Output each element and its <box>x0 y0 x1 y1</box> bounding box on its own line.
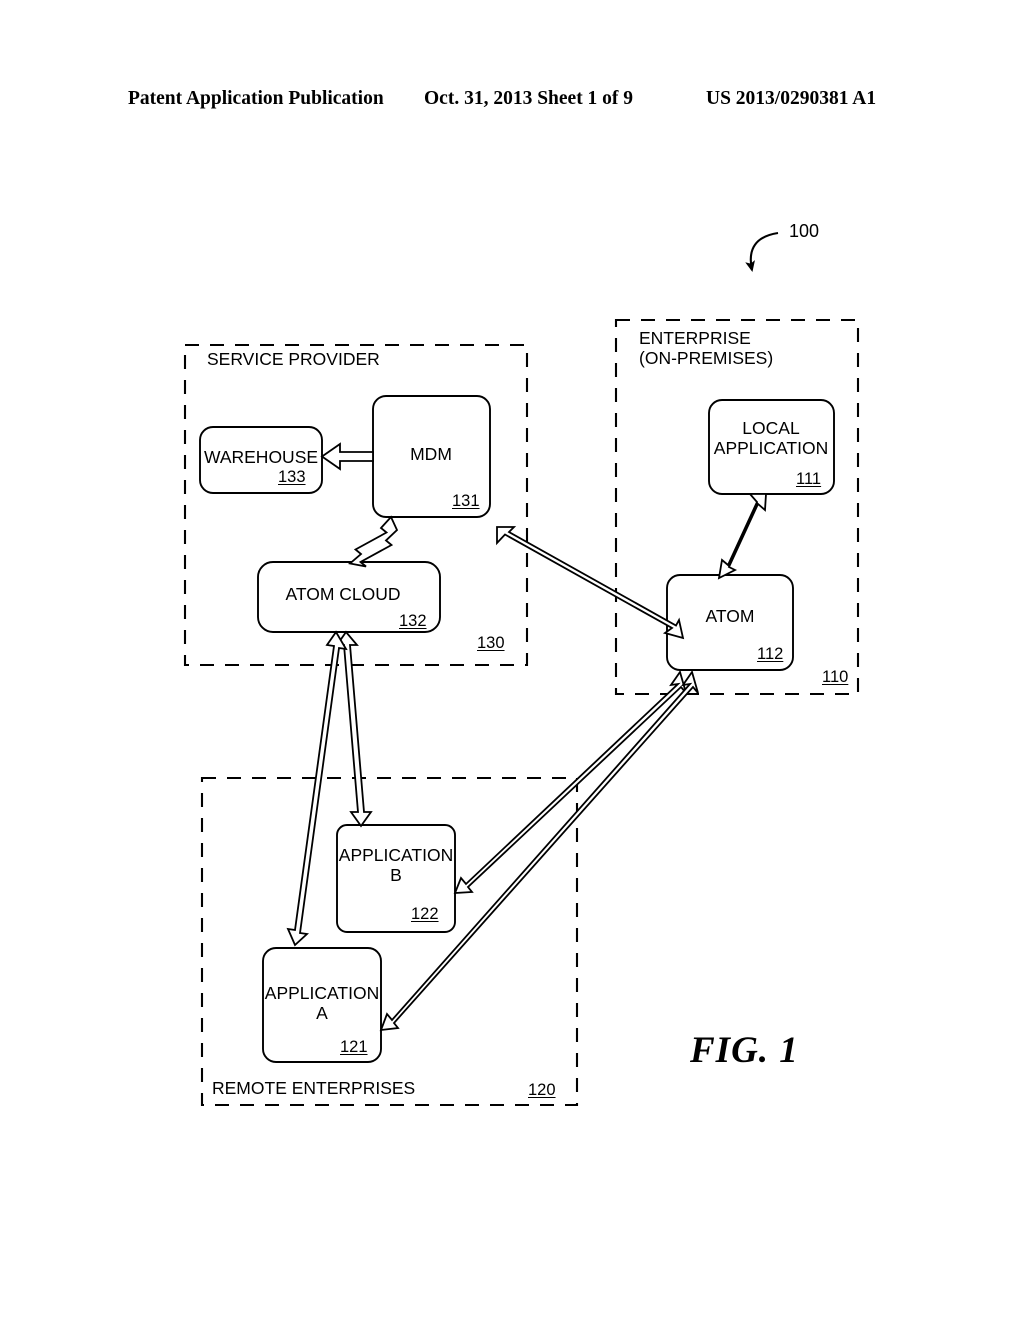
mdm-label: MDM <box>410 444 452 464</box>
service-provider-label: SERVICE PROVIDER <box>207 349 380 369</box>
figure-vector-layer <box>183 231 860 1107</box>
atom-label: ATOM <box>705 606 755 626</box>
enterprise-label-line1: ENTERPRISE <box>639 328 751 348</box>
warehouse-ref: 133 <box>278 468 306 486</box>
application-a-ref: 121 <box>340 1038 368 1056</box>
arrow-atom-application-b <box>453 669 687 894</box>
warehouse-label: WAREHOUSE <box>203 447 319 467</box>
atom-ref: 112 <box>757 645 784 663</box>
atom-cloud-ref: 132 <box>399 612 427 630</box>
application-a-label-line2: A <box>316 1003 328 1023</box>
mdm-ref: 131 <box>452 492 480 510</box>
service-provider-ref: 130 <box>477 634 505 652</box>
remote-enterprises-boundary <box>200 776 579 1107</box>
application-b-label-line1: APPLICATION <box>338 845 454 865</box>
local-application-ref: 111 <box>796 470 822 488</box>
remote-enterprises-ref: 120 <box>528 1081 556 1099</box>
application-a-label-line1: APPLICATION <box>264 983 380 1003</box>
atom-cloud-label: ATOM CLOUD <box>285 584 401 604</box>
application-b-ref: 122 <box>411 905 439 923</box>
application-b-label-line2: B <box>390 865 402 885</box>
patent-figure-1: SERVICE PROVIDER 130 ENTERPRISE (ON-PREM… <box>0 0 1024 1320</box>
remote-enterprises-label: REMOTE ENTERPRISES <box>212 1078 416 1098</box>
enterprise-boundary <box>614 318 860 696</box>
enterprise-label-line2: (ON-PREMISES) <box>639 348 774 368</box>
arrow-mdm-to-warehouse <box>320 442 374 471</box>
enterprise-ref: 110 <box>822 668 849 686</box>
arrow-atom-cloud-application-b <box>335 630 373 828</box>
local-application-label-line1: LOCAL <box>742 418 800 438</box>
arrow-mdm-atom <box>496 526 685 640</box>
system-ref-100: 100 <box>789 221 820 241</box>
arrow-atom-local-application <box>717 493 767 580</box>
system-leader-line <box>745 231 779 272</box>
figure-caption: FIG. 1 <box>690 1030 799 1071</box>
local-application-label-line2: APPLICATION <box>713 438 829 458</box>
arrow-mdm-atom-cloud <box>347 515 399 568</box>
